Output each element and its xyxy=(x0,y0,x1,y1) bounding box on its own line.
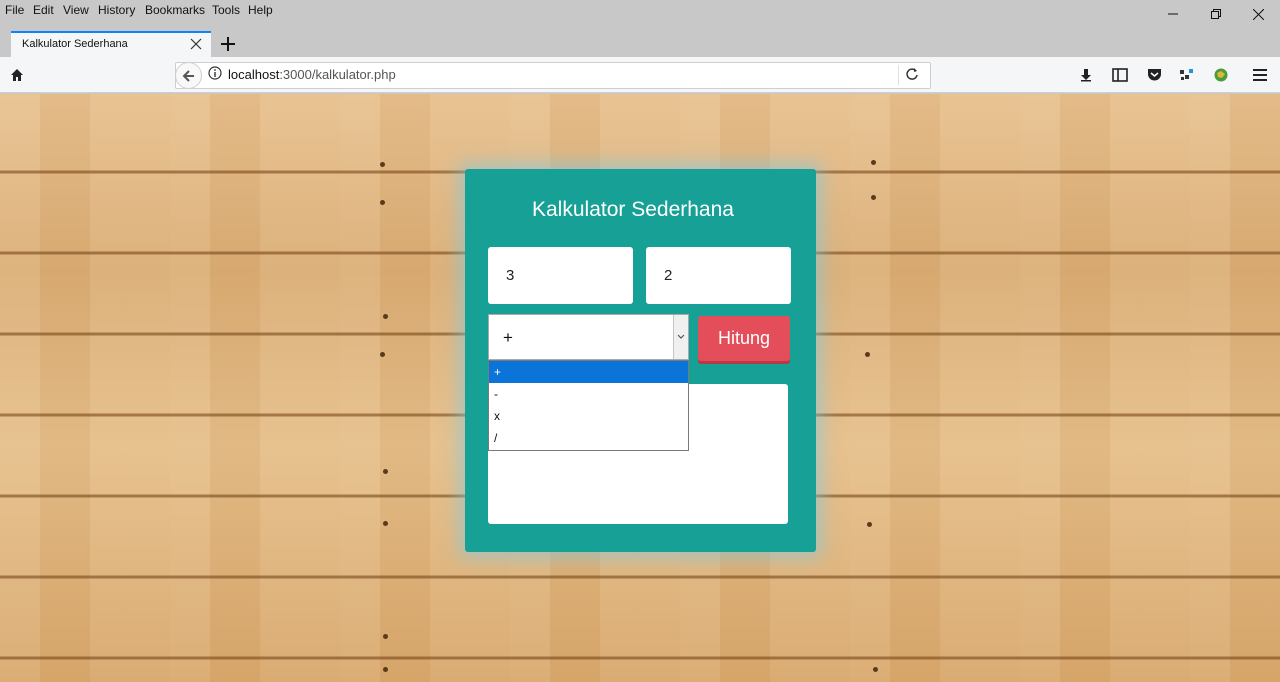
close-icon xyxy=(1253,8,1264,20)
calculate-button[interactable]: Hitung xyxy=(698,316,790,361)
operator-select[interactable]: + xyxy=(488,314,689,360)
extension-button[interactable] xyxy=(1178,66,1196,84)
sidebar-button[interactable] xyxy=(1111,66,1129,84)
nail-decoration xyxy=(871,160,876,165)
globe-extension-button[interactable] xyxy=(1212,66,1230,84)
menu-help[interactable]: Help xyxy=(248,3,273,17)
globe-extension-icon xyxy=(1214,68,1228,82)
option-plus[interactable]: + xyxy=(489,361,688,383)
first-number-input[interactable] xyxy=(488,247,633,304)
navigation-bar: localhost:3000/kalkulator.php xyxy=(0,57,1280,93)
menu-bar: File Edit View History Bookmarks Tools H… xyxy=(0,0,1280,22)
calculator-title: Kalkulator Sederhana xyxy=(532,198,734,221)
reload-icon[interactable] xyxy=(905,67,919,81)
nail-decoration xyxy=(380,162,385,167)
nail-decoration xyxy=(867,522,872,527)
nail-decoration xyxy=(383,469,388,474)
url-path: :3000/kalkulator.php xyxy=(279,67,396,82)
menu-view[interactable]: View xyxy=(63,3,89,17)
nail-decoration xyxy=(865,352,870,357)
tab-strip: Kalkulator Sederhana xyxy=(0,22,1280,57)
url-separator xyxy=(898,65,899,85)
operator-dropdown-list: + - x / xyxy=(488,360,689,451)
pocket-button[interactable] xyxy=(1145,66,1163,84)
download-icon xyxy=(1081,69,1091,82)
extension-icon xyxy=(1180,69,1193,80)
chevron-down-icon xyxy=(677,334,685,339)
menu-file[interactable]: File xyxy=(5,3,24,17)
restore-icon xyxy=(1210,9,1221,19)
second-number-input[interactable] xyxy=(646,247,791,304)
nail-decoration xyxy=(873,667,878,672)
menu-bookmarks[interactable]: Bookmarks xyxy=(145,3,205,17)
url-text: localhost:3000/kalkulator.php xyxy=(228,67,396,82)
home-icon xyxy=(11,69,23,81)
home-button[interactable] xyxy=(8,66,26,84)
minimize-icon xyxy=(1167,13,1178,15)
nail-decoration xyxy=(380,200,385,205)
sidebar-icon xyxy=(1112,68,1128,82)
option-minus[interactable]: - xyxy=(489,383,688,405)
nail-decoration xyxy=(383,634,388,639)
nail-decoration xyxy=(383,314,388,319)
nail-decoration xyxy=(871,195,876,200)
pocket-icon xyxy=(1147,69,1161,81)
close-icon[interactable] xyxy=(189,37,203,51)
tab-title: Kalkulator Sederhana xyxy=(22,38,128,50)
option-divide[interactable]: / xyxy=(489,427,688,449)
option-multiply[interactable]: x xyxy=(489,405,688,427)
download-button[interactable] xyxy=(1077,66,1095,84)
menu-button[interactable] xyxy=(1251,66,1269,84)
nail-decoration xyxy=(380,352,385,357)
operator-select-value: + xyxy=(503,328,513,347)
tab-kalkulator[interactable]: Kalkulator Sederhana xyxy=(11,31,211,57)
info-icon[interactable] xyxy=(208,66,222,80)
menu-edit[interactable]: Edit xyxy=(33,3,54,17)
menu-tools[interactable]: Tools xyxy=(212,3,240,17)
plus-icon xyxy=(221,37,235,51)
back-button[interactable] xyxy=(175,62,202,89)
nail-decoration xyxy=(383,667,388,672)
back-arrow-icon xyxy=(182,69,194,82)
select-arrow[interactable] xyxy=(673,315,688,359)
hamburger-menu-icon xyxy=(1253,69,1267,81)
menu-history[interactable]: History xyxy=(98,3,135,17)
new-tab-button[interactable] xyxy=(218,34,238,54)
url-host: localhost xyxy=(228,67,280,82)
nail-decoration xyxy=(383,521,388,526)
